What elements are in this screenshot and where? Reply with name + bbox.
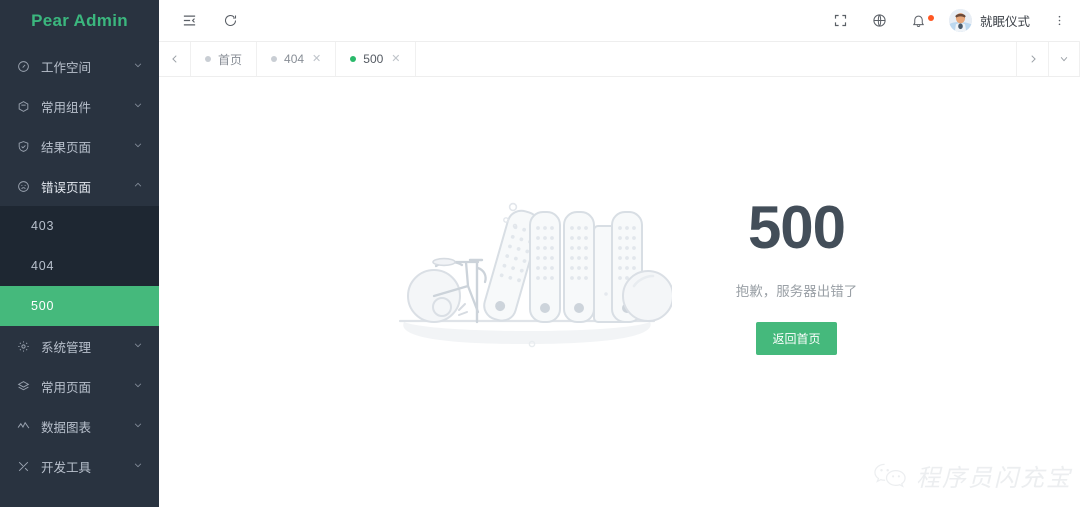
content-area: 500 抱歉，服务器出错了 返回首页 程序员闪充宝 <box>159 77 1080 507</box>
watermark-text: 程序员闪充宝 <box>916 466 1072 492</box>
error-code: 500 <box>747 193 846 261</box>
chevron-down-icon <box>133 340 145 352</box>
tab-404[interactable]: 404 ✕ <box>257 42 337 76</box>
top-bar-left <box>159 12 239 29</box>
sidebar-item-label: 工作空间 <box>41 60 92 75</box>
sad-face-icon <box>14 177 32 195</box>
chevron-down-icon <box>133 420 145 432</box>
wechat-icon <box>873 461 907 491</box>
chart-line-icon <box>14 417 32 435</box>
notification-dot <box>927 15 934 21</box>
sidebar-item-label: 常用组件 <box>41 100 92 115</box>
user-menu[interactable]: 就眠仪式 <box>948 9 1030 32</box>
sidebar-item-result-pages[interactable]: 结果页面 <box>0 126 159 166</box>
user-name: 就眠仪式 <box>979 15 1030 29</box>
refresh-icon[interactable] <box>222 12 239 29</box>
check-circle-icon <box>14 137 32 155</box>
chevron-left-icon <box>170 54 180 64</box>
more-vertical-icon[interactable] <box>1052 14 1066 27</box>
chevron-up-icon <box>133 180 145 192</box>
tab-home[interactable]: 首页 <box>191 42 258 76</box>
tab-close-icon[interactable]: ✕ <box>391 53 400 65</box>
layers-icon <box>14 377 32 395</box>
tab-status-dot <box>205 56 211 62</box>
tab-label: 首页 <box>218 52 243 67</box>
sidebar-submenu-error-pages: 403 404 500 <box>0 206 159 326</box>
globe-icon[interactable] <box>871 12 888 29</box>
error-description: 抱歉，服务器出错了 <box>735 283 858 299</box>
tools-icon <box>14 457 32 475</box>
tab-bar: 首页 404 ✕ 500 ✕ <box>159 42 1080 77</box>
chevron-down-icon <box>133 380 145 392</box>
sidebar: Pear Admin 工作空间 常用组件 结果页面 错误页面 403 404 5… <box>0 0 159 507</box>
sidebar-item-common-pages[interactable]: 常用页面 <box>0 366 159 406</box>
server-bicycle-illustration <box>382 194 672 354</box>
chevron-down-icon <box>133 140 145 152</box>
dashboard-icon <box>14 57 32 75</box>
error-text-block: 500 抱歉，服务器出错了 返回首页 <box>735 193 858 355</box>
error-action-row: 返回首页 <box>736 321 858 355</box>
sidebar-item-data-charts[interactable]: 数据图表 <box>0 406 159 446</box>
tab-dropdown-button[interactable] <box>1048 42 1080 76</box>
main-area: 就眠仪式 首页 404 ✕ 500 ✕ 500 抱歉，服务器出错了 返回首页 程… <box>159 0 1080 507</box>
tab-list: 首页 404 ✕ 500 ✕ <box>191 42 1016 76</box>
fullscreen-icon[interactable] <box>832 12 849 29</box>
tab-status-dot <box>350 56 357 62</box>
sidebar-menu: 工作空间 常用组件 结果页面 错误页面 403 404 500 系统管理 常用页… <box>0 42 159 486</box>
sidebar-subitem-404[interactable]: 404 <box>0 246 159 286</box>
menu-fold-icon[interactable] <box>181 12 198 29</box>
app-root: Pear Admin 工作空间 常用组件 结果页面 错误页面 403 404 5… <box>0 0 1080 507</box>
sidebar-subitem-403[interactable]: 403 <box>0 206 159 246</box>
sidebar-item-label: 常用页面 <box>41 380 92 395</box>
sidebar-item-label: 结果页面 <box>41 140 92 155</box>
chevron-right-icon <box>1028 54 1038 64</box>
tab-scroll-left-button[interactable] <box>159 42 191 76</box>
component-icon <box>14 97 32 115</box>
tab-close-icon[interactable]: ✕ <box>312 53 321 65</box>
bell-icon[interactable] <box>910 12 934 29</box>
tab-status-dot <box>271 56 278 62</box>
chevron-down-icon <box>133 100 145 112</box>
sidebar-item-label: 数据图表 <box>41 420 92 435</box>
tab-scroll-right-button[interactable] <box>1016 42 1048 76</box>
tab-label: 404 <box>284 52 305 66</box>
sidebar-item-components[interactable]: 常用组件 <box>0 86 159 126</box>
chevron-down-icon <box>1059 54 1069 64</box>
gear-icon <box>14 337 32 355</box>
error-page: 500 抱歉，服务器出错了 返回首页 <box>382 193 858 355</box>
back-to-home-button[interactable]: 返回首页 <box>756 321 837 355</box>
chevron-down-icon <box>133 460 145 472</box>
tab-label: 500 <box>363 52 384 66</box>
top-bar-right: 就眠仪式 <box>832 9 1080 32</box>
tab-500[interactable]: 500 ✕ <box>336 42 416 76</box>
app-logo[interactable]: Pear Admin <box>0 0 159 42</box>
avatar <box>948 9 972 32</box>
sidebar-item-label: 错误页面 <box>41 180 92 195</box>
sidebar-item-label: 开发工具 <box>41 460 92 475</box>
top-bar: 就眠仪式 <box>159 0 1080 42</box>
sidebar-item-dev-tools[interactable]: 开发工具 <box>0 446 159 486</box>
watermark: 程序员闪充宝 <box>873 458 1072 493</box>
sidebar-item-label: 系统管理 <box>41 340 92 355</box>
sidebar-item-error-pages[interactable]: 错误页面 <box>0 166 159 206</box>
chevron-down-icon <box>133 60 145 72</box>
sidebar-item-system-management[interactable]: 系统管理 <box>0 326 159 366</box>
sidebar-subitem-500[interactable]: 500 <box>0 286 159 326</box>
sidebar-item-workspace[interactable]: 工作空间 <box>0 46 159 86</box>
